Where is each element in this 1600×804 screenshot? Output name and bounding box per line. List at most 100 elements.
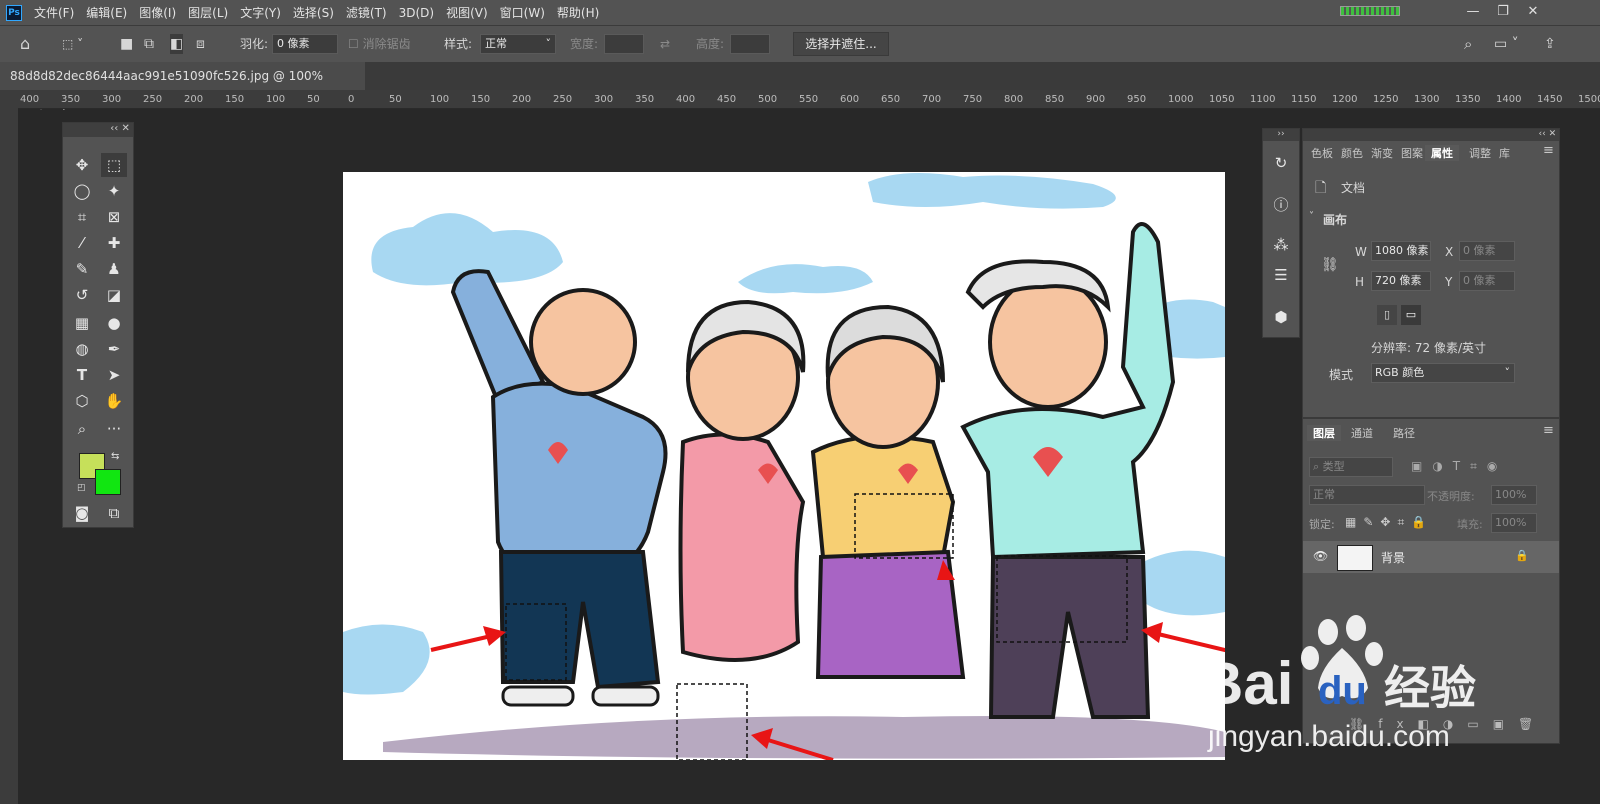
eyedropper-icon[interactable]: ⁄ <box>69 231 95 255</box>
mode-select[interactable]: RGB 颜色 ˅ <box>1371 363 1515 383</box>
search-icon[interactable]: ⌕ <box>1464 34 1472 54</box>
restore-icon[interactable]: ❐ <box>1492 2 1514 22</box>
screen-mode-icon[interactable]: ⧉ <box>101 501 127 525</box>
tab-color[interactable]: 颜色 <box>1341 145 1363 161</box>
tab-layers[interactable]: 图层 <box>1307 425 1341 441</box>
close-window-icon[interactable]: ✕ <box>1522 2 1544 22</box>
ruler-tick-label: 1200 <box>1332 94 1358 105</box>
collapse-arrow-icon[interactable]: ˅ <box>1309 211 1314 222</box>
type-tool-icon[interactable]: T <box>69 363 95 387</box>
width-input[interactable] <box>604 34 644 54</box>
menu-select[interactable]: 选择(S) <box>293 4 334 21</box>
healing-brush-icon[interactable]: ✚ <box>101 231 127 255</box>
document-tab[interactable]: 88d8d82dec86444aac991e51090fc526.jpg @ 1… <box>0 62 365 111</box>
layers-menu-icon[interactable]: ≡ <box>1543 423 1554 438</box>
shape-tool-icon[interactable]: ⬡ <box>69 389 95 413</box>
panel-menu-icon[interactable]: ≡ <box>1543 143 1554 158</box>
height-input[interactable] <box>730 34 770 54</box>
info-panel-icon[interactable]: ⓘ <box>1268 193 1294 217</box>
link-icon[interactable]: ⛓ <box>1321 257 1339 273</box>
tab-pattern[interactable]: 图案 <box>1401 145 1423 161</box>
style-select[interactable]: 正常 ˅ <box>480 34 556 54</box>
filter-icons[interactable]: ▣◑T⌗◉ <box>1411 459 1507 474</box>
swap-dimensions-icon[interactable]: ⇄ <box>660 34 670 54</box>
zoom-tool-icon[interactable]: ⌕ <box>69 417 95 441</box>
width-field[interactable]: 1080 像素 <box>1371 241 1431 261</box>
add-selection-icon[interactable]: ⧉ <box>144 34 154 54</box>
brush-settings-icon[interactable]: ⁂ <box>1268 233 1294 257</box>
menu-layer[interactable]: 图层(L) <box>188 4 228 21</box>
default-colors-icon[interactable]: ◰ <box>77 483 86 493</box>
home-icon[interactable]: ⌂ <box>20 34 30 54</box>
share-icon[interactable]: ⇪ <box>1544 34 1556 54</box>
adjustments-icon[interactable]: ☰ <box>1268 263 1294 287</box>
tab-paths[interactable]: 路径 <box>1393 425 1415 441</box>
tab-gradient[interactable]: 渐变 <box>1371 145 1393 161</box>
quick-mask-icon[interactable]: ◙ <box>69 501 95 525</box>
tab-channels[interactable]: 通道 <box>1351 425 1373 441</box>
menu-image[interactable]: 图像(I) <box>139 4 176 21</box>
history-brush-icon[interactable]: ↺ <box>69 283 95 307</box>
background-color-swatch[interactable] <box>95 469 121 495</box>
path-select-icon[interactable]: ➤ <box>101 363 127 387</box>
vertical-ruler <box>0 90 18 804</box>
marquee-preset-icon[interactable]: ⬚ ˅ <box>62 34 83 54</box>
layer-filter-select[interactable]: ⌕ 类型 <box>1309 457 1393 477</box>
layer-name: 背景 <box>1381 551 1406 565</box>
select-and-mask-button[interactable]: 选择并遮住... <box>793 32 889 56</box>
menu-view[interactable]: 视图(V) <box>446 4 488 21</box>
history-panel-icon[interactable]: ↻ <box>1268 151 1294 175</box>
blur-tool-icon[interactable]: ● <box>101 311 127 335</box>
minimize-icon[interactable]: — <box>1462 2 1484 22</box>
gradient-tool-icon[interactable]: ▦ <box>69 311 95 335</box>
lock-icons[interactable]: ▦✎✥⌗🔒 <box>1345 515 1433 530</box>
stamp-tool-icon[interactable]: ♟ <box>101 257 127 281</box>
panel-header[interactable]: ‹‹ ✕ <box>1303 129 1559 141</box>
3d-panel-icon[interactable]: ⬢ <box>1268 305 1294 329</box>
crop-tool-icon[interactable]: ⌗ <box>69 205 95 229</box>
frame-tool-icon[interactable]: ⊠ <box>101 205 127 229</box>
brush-tool-icon[interactable]: ✎ <box>69 257 95 281</box>
hand-tool-icon[interactable]: ✋ <box>101 389 127 413</box>
opacity-field[interactable]: 100% <box>1491 485 1537 505</box>
dodge-tool-icon[interactable]: ◍ <box>69 337 95 361</box>
menu-3d[interactable]: 3D(D) <box>399 6 434 20</box>
lasso-tool-icon[interactable]: ◯ <box>69 179 95 203</box>
subtract-selection-icon[interactable]: ◧ <box>170 34 184 54</box>
style-value: 正常 <box>485 37 507 50</box>
tab-properties[interactable]: 属性 <box>1425 145 1459 161</box>
tab-swatches[interactable]: 色板 <box>1311 145 1333 161</box>
menu-file[interactable]: 文件(F) <box>34 4 74 21</box>
marquee-tool-icon[interactable]: ⬚ <box>101 153 127 177</box>
magic-wand-icon[interactable]: ✦ <box>101 179 127 203</box>
tab-libraries[interactable]: 库 <box>1499 145 1510 161</box>
feather-input[interactable]: 0 像素 <box>272 34 338 54</box>
antialias-checkbox[interactable]: ☐ 消除锯齿 <box>348 34 411 54</box>
visibility-eye-icon[interactable]: 👁 <box>1313 549 1328 563</box>
more-tools-icon[interactable]: ··· <box>101 417 127 441</box>
menu-window[interactable]: 窗口(W) <box>500 4 545 21</box>
layer-row-background[interactable]: 👁 背景 🔒 <box>1303 541 1559 573</box>
fill-field[interactable]: 100% <box>1491 513 1537 533</box>
workspace-icon[interactable]: ▭ ˅ <box>1494 34 1519 54</box>
landscape-orientation-icon[interactable]: ▭ <box>1401 305 1421 325</box>
pen-tool-icon[interactable]: ✒ <box>101 337 127 361</box>
x-field[interactable]: 0 像素 <box>1459 241 1515 261</box>
strip-collapse-icon[interactable]: ›› <box>1263 129 1299 141</box>
toolbox-header[interactable]: ‹‹ ✕ <box>63 123 133 137</box>
menu-filter[interactable]: 滤镜(T) <box>346 4 387 21</box>
move-tool-icon[interactable]: ✥ <box>69 153 95 177</box>
eraser-icon[interactable]: ◪ <box>101 283 127 307</box>
document-canvas[interactable] <box>343 172 1225 760</box>
menu-help[interactable]: 帮助(H) <box>557 4 599 21</box>
menu-edit[interactable]: 编辑(E) <box>86 4 127 21</box>
y-field[interactable]: 0 像素 <box>1459 271 1515 291</box>
height-field[interactable]: 720 像素 <box>1371 271 1431 291</box>
menu-type[interactable]: 文字(Y) <box>240 4 281 21</box>
swap-colors-icon[interactable]: ⇆ <box>111 451 119 462</box>
new-selection-icon[interactable]: ■ <box>120 34 133 54</box>
intersect-selection-icon[interactable]: ⧈ <box>196 34 205 54</box>
portrait-orientation-icon[interactable]: ▯ <box>1377 305 1397 325</box>
tab-adjustments[interactable]: 调整 <box>1469 145 1491 161</box>
blend-mode-select[interactable]: 正常 <box>1309 485 1425 505</box>
